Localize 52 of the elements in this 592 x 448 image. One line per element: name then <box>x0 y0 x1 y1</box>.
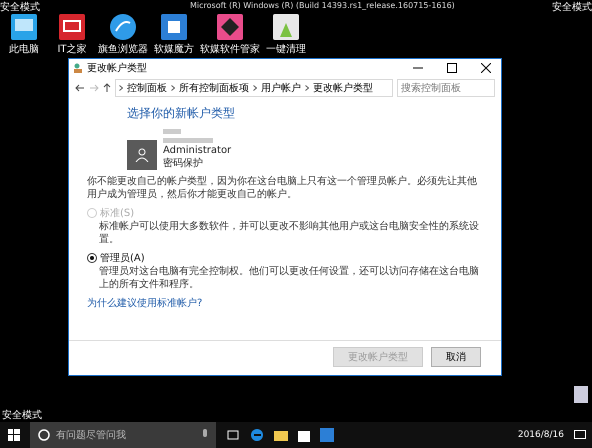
radio-icon[interactable] <box>87 253 97 263</box>
breadcrumb-item[interactable]: 更改帐户类型 <box>313 81 373 95</box>
account-role: Administrator <box>163 145 232 156</box>
taskbar-search-field[interactable]: 有问题尽管问我 <box>30 422 216 448</box>
chevron-icon <box>253 85 257 91</box>
mode-label: 安全模式 <box>0 0 40 14</box>
radio-option[interactable]: 管理员(A) <box>87 251 481 265</box>
notification-icon[interactable] <box>574 430 586 440</box>
diamond-logo-icon[interactable] <box>216 13 244 41</box>
notice-text: 你不能更改自己的帐户类型，因为你在这台电脑上只有这一个管理员帐户。必须先让其他用户成为管理员，然后你才能更改自己的帐户。 <box>87 175 478 201</box>
circle-icon <box>38 429 50 441</box>
maximize-icon[interactable] <box>447 63 457 73</box>
recycle-bin-icon[interactable] <box>572 384 590 404</box>
help-link[interactable]: 为什么建议使用标准帐户? <box>87 296 481 310</box>
clock-date: 2016/8/16 <box>518 430 564 440</box>
users-icon <box>73 63 83 73</box>
folder-icon[interactable] <box>274 429 288 441</box>
window-title: 更改帐户类型 <box>87 62 148 75</box>
desktop-icon-label[interactable]: 一键清理 <box>266 42 306 56</box>
fish-logo-icon[interactable] <box>109 13 137 41</box>
it-logo-icon[interactable] <box>58 13 86 41</box>
option-description: 管理员对这台电脑有完全控制权。他们可以更改任何设置，还可以访问存储在这台电脑上的所有文件和程序。 <box>98 265 480 291</box>
chevron-icon <box>305 85 309 91</box>
breadcrumb-item[interactable]: 用户帐户 <box>261 81 301 95</box>
search-placeholder: 有问题尽管问我 <box>56 428 127 442</box>
account-protection: 密码保护 <box>163 156 204 170</box>
avatar-placeholder <box>127 140 157 170</box>
address-bar[interactable]: 控制面板 所有控制面板项 用户帐户 更改帐户类型 <box>115 79 393 97</box>
option-description: 标准帐户可以使用大多数软件，并可以更改不影响其他用户或这台电脑安全性的系统设置。 <box>98 220 480 246</box>
chevron-icon <box>119 85 123 91</box>
desktop-icon-label[interactable]: 旗鱼浏览器 <box>98 42 148 56</box>
build-info: Microsoft (R) Windows (R) (Build 14393.rs1_release.160715-1616) <box>190 1 455 10</box>
mode-label: 安全模式 <box>552 0 592 14</box>
mode-label: 安全模式 <box>2 408 42 422</box>
task-view-icon[interactable] <box>226 430 240 440</box>
blurred-name <box>163 129 181 134</box>
blurred-email <box>163 138 213 143</box>
desktop-icon-label[interactable]: 此电脑 <box>9 42 39 56</box>
chevron-icon <box>171 85 175 91</box>
breadcrumb-item[interactable]: 控制面板 <box>127 81 167 95</box>
desktop-icon-label[interactable]: IT之家 <box>57 42 87 56</box>
start-button[interactable] <box>8 429 20 441</box>
up-arrow-icon[interactable] <box>103 83 111 93</box>
section-heading: 选择你的新帐户类型 <box>127 105 236 122</box>
close-icon[interactable] <box>481 63 491 73</box>
desktop-icon-label[interactable]: 软媒魔方 <box>154 42 194 56</box>
search-field[interactable]: 搜索控制面板 <box>397 79 495 97</box>
breadcrumb-item[interactable]: 所有控制面板项 <box>179 81 249 95</box>
back-arrow-icon[interactable] <box>75 83 85 93</box>
desktop-icon-label[interactable]: 软媒软件管家 <box>200 42 260 56</box>
dialog-button[interactable]: 取消 <box>431 347 481 367</box>
computer-icon[interactable] <box>10 13 38 41</box>
